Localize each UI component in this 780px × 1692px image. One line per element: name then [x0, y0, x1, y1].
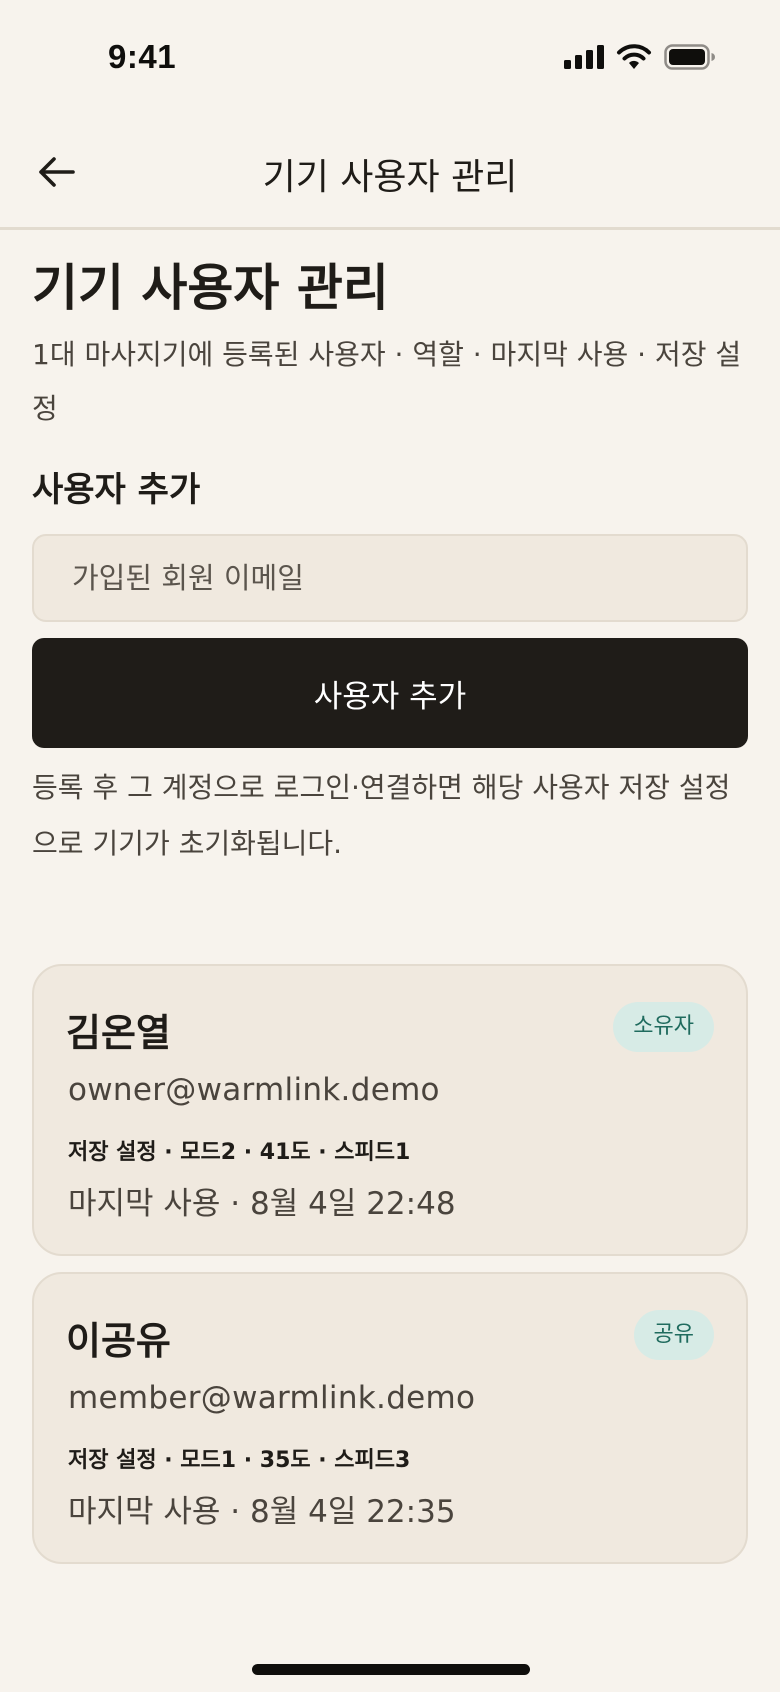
wifi-icon	[616, 44, 652, 74]
add-user-section-title: 사용자 추가	[32, 470, 201, 510]
status-bar: 9:41	[0, 0, 780, 118]
email-input[interactable]	[32, 534, 748, 622]
user-email: owner@warmlink.demo	[68, 1072, 440, 1108]
user-last-used: 마지막 사용 · 8월 4일 22:35	[68, 1494, 456, 1530]
user-name: 김온열	[66, 1011, 171, 1055]
user-email: member@warmlink.demo	[68, 1380, 476, 1416]
nav-title: 기기 사용자 관리	[262, 157, 518, 198]
nav-bar: 기기 사용자 관리	[0, 118, 780, 230]
user-card[interactable]: 이공유 공유 member@warmlink.demo 저장 설정 · 모드1 …	[32, 1272, 748, 1564]
user-saved-settings: 저장 설정 · 모드1 · 35도 · 스피드3	[68, 1448, 411, 1473]
page-subtitle: 1대 마사지기에 등록된 사용자 · 역할 · 마지막 사용 · 저장 설정	[32, 338, 742, 425]
user-last-used: 마지막 사용 · 8월 4일 22:48	[68, 1186, 456, 1222]
main-content: 기기 사용자 관리 1대 마사지기에 등록된 사용자 · 역할 · 마지막 사용…	[32, 256, 748, 872]
home-indicator	[252, 1664, 530, 1675]
page-title: 기기 사용자 관리	[32, 259, 389, 317]
user-card[interactable]: 김온열 소유자 owner@warmlink.demo 저장 설정 · 모드2 …	[32, 964, 748, 1256]
add-user-button[interactable]: 사용자 추가	[32, 638, 748, 748]
user-saved-settings: 저장 설정 · 모드2 · 41도 · 스피드1	[68, 1140, 411, 1165]
battery-icon	[664, 44, 716, 74]
cellular-signal-icon	[564, 45, 604, 73]
helper-text: 등록 후 그 계정으로 로그인·연결하면 해당 사용자 저장 설정으로 기기가 …	[32, 771, 731, 860]
role-badge: 소유자	[613, 1002, 714, 1052]
user-name: 이공유	[66, 1319, 171, 1363]
role-badge: 공유	[633, 1310, 714, 1360]
status-time: 9:41	[108, 38, 177, 75]
status-icons	[564, 44, 716, 74]
